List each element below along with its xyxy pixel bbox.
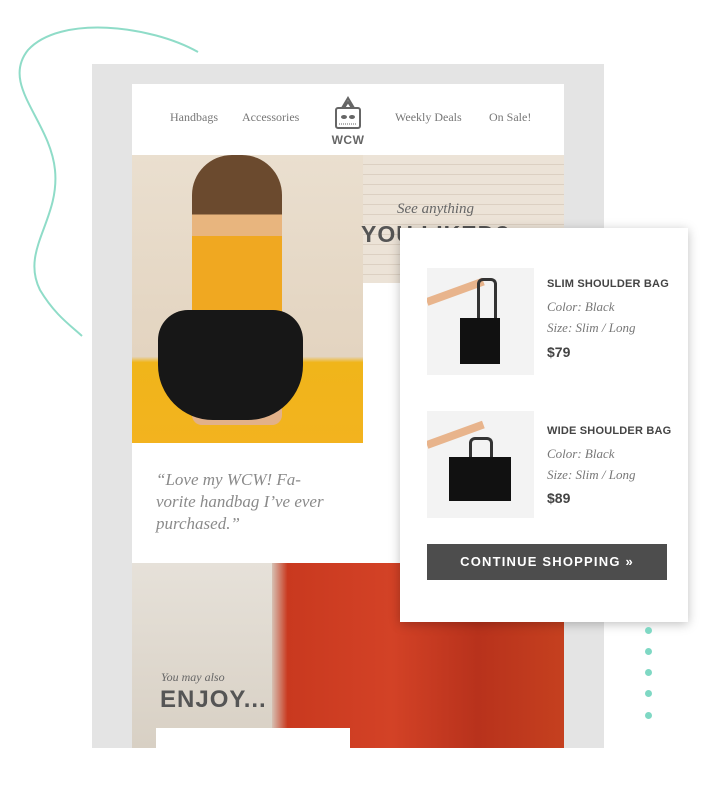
logo[interactable]: WCW [328,96,368,147]
dot-icon [645,712,652,719]
black-bag-image [158,310,303,420]
product-price: $89 [547,490,571,506]
product-price: $79 [547,344,571,360]
nav-weekly-deals[interactable]: Weekly Deals [395,110,462,125]
product-size: Size: Slim / Long [547,467,636,482]
nav-accessories[interactable]: Accessories [242,110,299,125]
testimonial-quote: “Love my WCW! Fa-vorite handbag I’ve eve… [156,470,324,533]
product-size: Size: Slim / Long [547,320,636,335]
dot-icon [645,690,652,697]
dot-icon [645,669,652,676]
basket-icon [335,96,361,129]
recommend-title: ENJOY... [160,686,267,713]
product-image-slim[interactable] [427,268,534,375]
hero-subtitle: See anything [397,201,475,217]
product-image-wide[interactable] [427,411,534,518]
recommend-subtitle: You may also [161,670,225,684]
nav-on-sale[interactable]: On Sale! [489,110,531,125]
hero-photo [132,155,363,443]
dot-icon [645,627,652,634]
product-color: Color: Black [547,299,615,314]
cart-popup: SLIM SHOULDER BAG Color: Black Size: Sli… [400,228,688,622]
dot-icon [645,648,652,655]
product-name[interactable]: SLIM SHOULDER BAG [547,278,669,290]
continue-shopping-button[interactable]: CONTINUE SHOPPING » [427,544,667,580]
nav-handbags[interactable]: Handbags [170,110,218,125]
recommend-panel [156,728,350,748]
product-color: Color: Black [547,446,615,461]
product-name[interactable]: WIDE SHOULDER BAG [547,425,671,437]
logo-text: WCW [331,133,365,147]
